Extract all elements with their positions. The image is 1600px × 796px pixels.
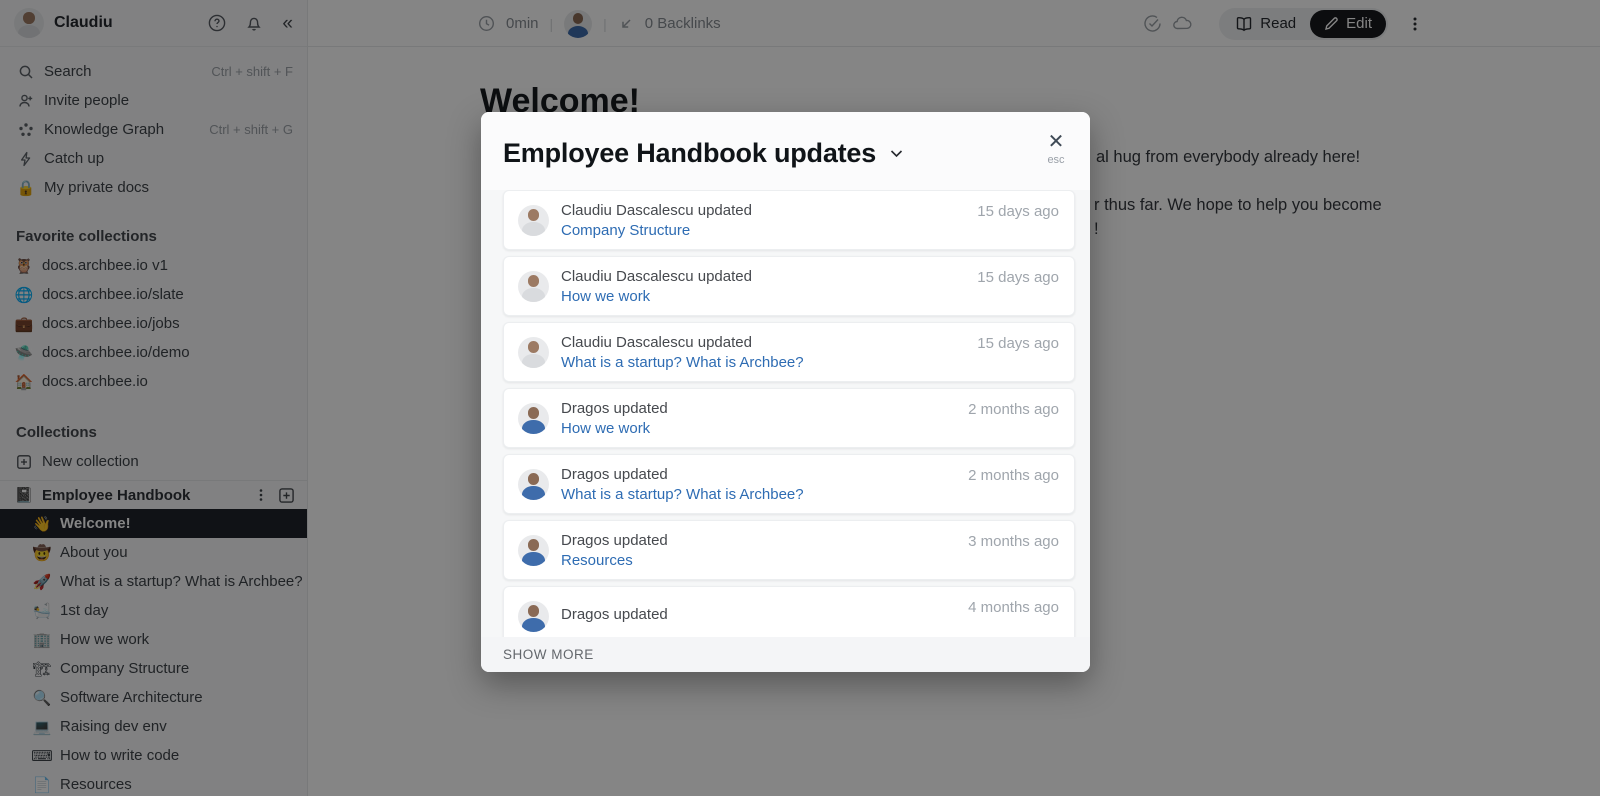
doc-link[interactable]: Company Structure [561,222,752,239]
doc-link[interactable]: What is a startup? What is Archbee? [561,354,804,371]
update-row[interactable]: Claudiu Dascalescu updated How we work 1… [503,256,1075,316]
action-text: updated [614,532,668,549]
timestamp: 15 days ago [977,323,1059,352]
update-row[interactable]: Claudiu Dascalescu updated Company Struc… [503,190,1075,250]
update-summary: Claudiu Dascalescu updated [561,334,804,351]
update-summary: Dragos updated [561,532,668,549]
action-text: updated [614,400,668,417]
update-summary: Dragos updated [561,606,668,623]
update-summary: Claudiu Dascalescu updated [561,202,752,219]
user-avatar [518,403,549,434]
user-name: Dragos [561,400,609,417]
user-name: Dragos [561,532,609,549]
update-summary: Dragos updated [561,466,804,483]
esc-hint: esc [1038,154,1074,166]
update-row[interactable]: Claudiu Dascalescu updated What is a sta… [503,322,1075,382]
timestamp: 3 months ago [968,521,1059,550]
action-text: updated [614,466,668,483]
doc-link[interactable]: How we work [561,420,668,437]
user-name: Dragos [561,606,609,623]
update-row[interactable]: Dragos updated Resources 3 months ago [503,520,1075,580]
user-avatar [518,205,549,236]
timestamp: 2 months ago [968,389,1059,418]
timestamp: 15 days ago [977,257,1059,286]
updates-list: Claudiu Dascalescu updated Company Struc… [481,190,1090,637]
update-row[interactable]: Dragos updated 4 months ago [503,586,1075,637]
action-text: updated [698,334,752,351]
chevron-down-icon [888,145,905,162]
action-text: updated [614,606,668,623]
modal-title: Employee Handbook updates [503,138,876,169]
update-row[interactable]: Dragos updated What is a startup? What i… [503,454,1075,514]
action-text: updated [698,268,752,285]
timestamp: 2 months ago [968,455,1059,484]
action-text: updated [698,202,752,219]
timestamp: 15 days ago [977,191,1059,220]
doc-link[interactable]: What is a startup? What is Archbee? [561,486,804,503]
close-icon: ✕ [1038,132,1074,152]
user-avatar [518,601,549,632]
user-avatar [518,469,549,500]
modal-close-button[interactable]: ✕ esc [1038,132,1074,166]
user-avatar [518,535,549,566]
update-row[interactable]: Dragos updated How we work 2 months ago [503,388,1075,448]
modal-header: Employee Handbook updates ✕ esc [481,112,1090,190]
show-more-button[interactable]: SHOW MORE [503,647,594,662]
doc-link[interactable]: How we work [561,288,752,305]
user-name: Claudiu Dascalescu [561,268,694,285]
user-name: Claudiu Dascalescu [561,202,694,219]
user-avatar [518,337,549,368]
user-name: Dragos [561,466,609,483]
user-name: Claudiu Dascalescu [561,334,694,351]
update-summary: Claudiu Dascalescu updated [561,268,752,285]
user-avatar [518,271,549,302]
modal-title-dropdown[interactable]: Employee Handbook updates [503,138,1068,169]
update-summary: Dragos updated [561,400,668,417]
modal-footer: SHOW MORE [481,637,1090,672]
timestamp: 4 months ago [968,587,1059,616]
doc-link[interactable]: Resources [561,552,668,569]
updates-modal: Employee Handbook updates ✕ esc Claudiu … [481,112,1090,672]
